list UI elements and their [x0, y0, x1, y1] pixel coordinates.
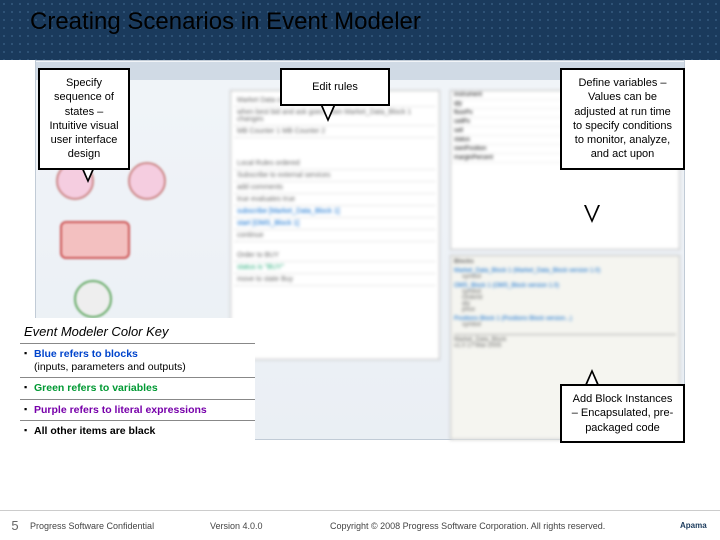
footer-copyright: Copyright © 2008 Progress Software Corpo…: [330, 521, 680, 531]
slide-title: Creating Scenarios in Event Modeler: [30, 8, 421, 36]
color-key-item-purple: Purple refers to literal expressions: [20, 399, 255, 421]
color-key-box: Event Modeler Color Key Blue refers to b…: [20, 318, 255, 448]
bg-rules-panel: Market Data counter retracted while when…: [230, 90, 440, 360]
color-key-item-black: All other items are black: [20, 420, 255, 442]
callout-define-variables: Define variables – Values can be adjuste…: [560, 68, 685, 170]
footer-version: Version 4.0.0: [210, 521, 330, 531]
color-key-heading: Event Modeler Color Key: [20, 324, 255, 339]
callout-add-blocks: Add Block Instances – Encapsulated, pre-…: [560, 384, 685, 443]
callout-tail: [320, 104, 336, 122]
callout-specify-states: Specify sequence of states – Intuitive v…: [38, 68, 130, 170]
color-key-item-green: Green refers to variables: [20, 377, 255, 399]
footer: 5 Progress Software Confidential Version…: [0, 510, 720, 540]
callout-tail: [584, 205, 600, 223]
footer-logo: Apama: [680, 521, 720, 530]
color-key-item-blue: Blue refers to blocks (inputs, parameter…: [20, 343, 255, 377]
footer-confidential: Progress Software Confidential: [30, 521, 210, 531]
slide-number: 5: [0, 518, 30, 533]
callout-edit-rules: Edit rules: [280, 68, 390, 106]
